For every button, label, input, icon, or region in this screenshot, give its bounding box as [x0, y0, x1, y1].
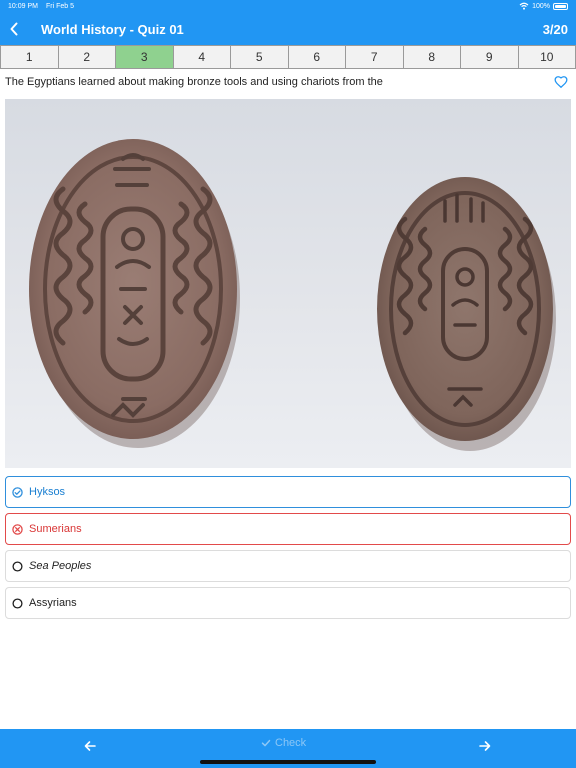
- answer-label: Sumerians: [29, 523, 82, 535]
- app-header: 10:09 PM Fri Feb 5 100% World History - …: [0, 0, 576, 45]
- answer-list: Hyksos Sumerians Sea Peoples Assyrians: [5, 476, 571, 624]
- scarab-seals-illustration: [29, 139, 556, 451]
- back-button[interactable]: [4, 18, 24, 40]
- home-indicator[interactable]: [200, 760, 376, 764]
- answer-option-sumerians[interactable]: Sumerians: [5, 513, 571, 545]
- question-counter: 3/20: [542, 22, 568, 37]
- arrow-right-icon[interactable]: [478, 739, 492, 753]
- question-text: The Egyptians learned about making bronz…: [5, 76, 383, 88]
- tab-question-7[interactable]: 7: [346, 46, 404, 68]
- arrow-left-icon[interactable]: [83, 739, 97, 753]
- page-title: World History - Quiz 01: [41, 22, 184, 37]
- tab-question-1[interactable]: 1: [0, 46, 59, 68]
- status-date: Fri Feb 5: [46, 3, 75, 10]
- tab-question-2[interactable]: 2: [59, 46, 116, 68]
- tab-question-9[interactable]: 9: [461, 46, 519, 68]
- tab-question-5[interactable]: 5: [231, 46, 289, 68]
- answer-option-hyksos[interactable]: Hyksos: [5, 476, 571, 508]
- x-circle-icon: [12, 523, 23, 535]
- answer-option-sea-peoples[interactable]: Sea Peoples: [5, 550, 571, 582]
- answer-label: Assyrians: [29, 597, 77, 609]
- answer-label: Sea Peoples: [29, 560, 92, 572]
- battery-icon: [553, 2, 568, 10]
- check-button[interactable]: Check: [261, 737, 306, 749]
- wifi-icon: [519, 2, 529, 10]
- checkmark-icon: [261, 739, 271, 747]
- tab-question-3[interactable]: 3: [116, 46, 174, 68]
- heart-icon[interactable]: [554, 75, 568, 89]
- radio-empty-icon: [12, 597, 23, 609]
- tab-question-10[interactable]: 10: [519, 46, 576, 68]
- chevron-left-icon: [10, 22, 18, 36]
- tab-question-4[interactable]: 4: [174, 46, 231, 68]
- answer-label: Hyksos: [29, 486, 66, 498]
- question-row: The Egyptians learned about making bronz…: [0, 69, 576, 97]
- status-indicators: 100%: [519, 2, 568, 10]
- status-time: 10:09 PM: [8, 3, 38, 10]
- battery-percent: 100%: [532, 2, 550, 10]
- question-image: [5, 99, 571, 468]
- check-circle-icon: [12, 486, 23, 498]
- tab-question-6[interactable]: 6: [289, 46, 346, 68]
- check-label: Check: [275, 737, 307, 749]
- answer-option-assyrians[interactable]: Assyrians: [5, 587, 571, 619]
- radio-empty-icon: [12, 560, 23, 572]
- question-tabs: 1 2 3 4 5 6 7 8 9 10: [0, 45, 576, 69]
- tab-question-8[interactable]: 8: [404, 46, 461, 68]
